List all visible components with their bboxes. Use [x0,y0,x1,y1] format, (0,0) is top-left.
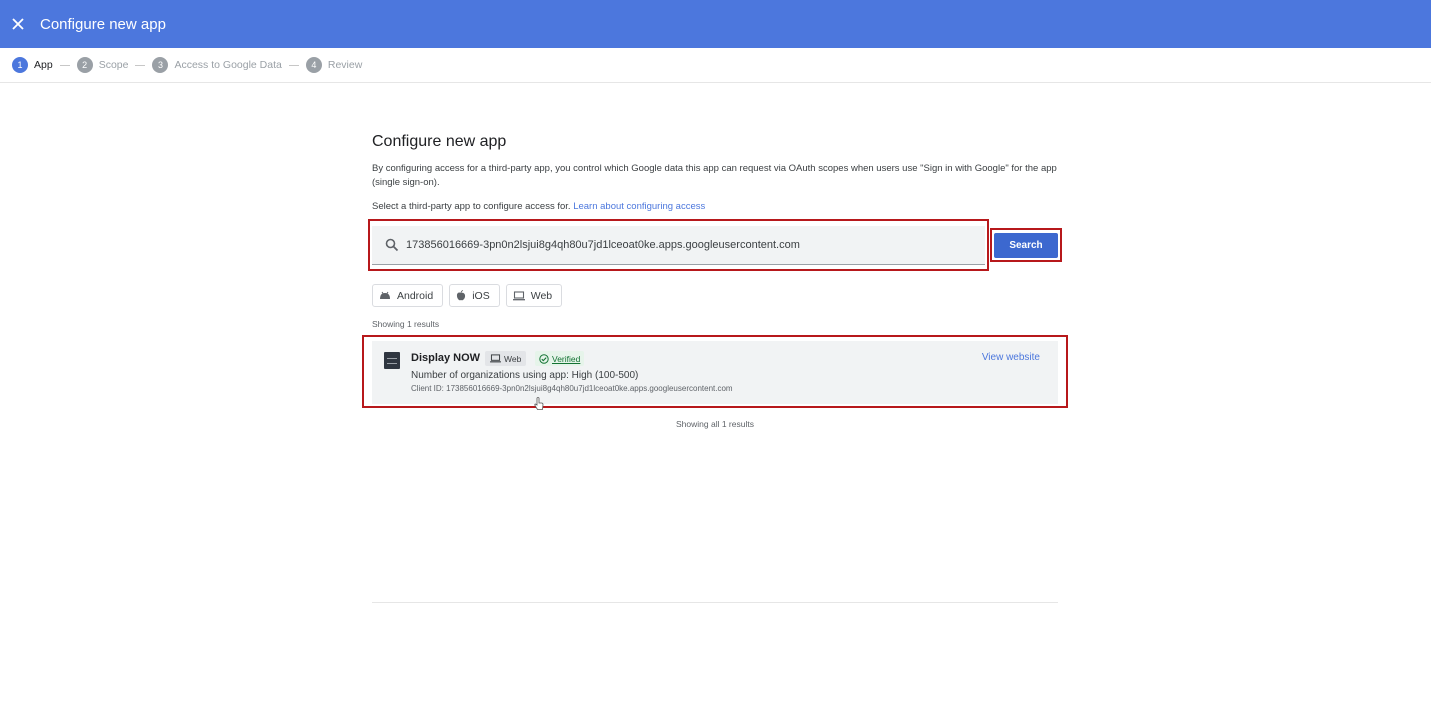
step-number: 2 [76,57,93,73]
hand-cursor-icon [534,397,544,410]
close-button[interactable] [9,15,27,33]
step-number: 3 [152,57,169,73]
close-icon [12,18,24,30]
page-title: Configure new app [372,133,507,150]
step-app: 1 App [12,57,53,73]
filter-label: Android [397,289,434,302]
filter-ios[interactable]: iOS [449,284,500,307]
laptop-icon [512,290,525,300]
header-title: Configure new app [40,15,166,33]
step-label: App [34,59,53,71]
web-badge: Web [485,351,527,366]
app-logo [384,352,400,369]
step-separator [288,64,299,66]
android-icon [380,291,390,299]
step-separator [135,64,146,66]
search-input[interactable] [406,239,976,251]
filter-android[interactable]: Android [372,284,444,307]
filter-web[interactable]: Web [505,284,563,307]
page-description: By configuring access for a third-party … [372,163,1057,188]
search-icon [385,238,399,252]
select-instruction: Select a third-party app to configure ac… [372,201,705,212]
app-header: Configure new app [0,0,1431,48]
filter-label: iOS [472,289,490,302]
step-number: 1 [12,57,28,73]
stepper: 1 App 2 Scope 3 Access to Google Data 4 … [0,48,1431,83]
results-footer: Showing all 1 results [676,419,754,429]
filter-label: Web [530,289,553,302]
app-name: Display NOW [411,352,481,364]
step-label: Review [327,59,363,71]
verified-badge-label: Verified [552,353,581,364]
step-separator [59,64,70,66]
step-scope: 2 Scope [76,57,129,73]
step-review: 4 Review [305,57,363,73]
step-label: Access to Google Data [174,59,282,71]
select-text: Select a third-party app to configure ac… [372,201,571,212]
web-badge-label: Web [504,353,522,364]
search-button[interactable]: Search [994,233,1058,258]
step-label: Scope [98,59,129,71]
check-circle-icon [539,353,549,364]
learn-configuring-link[interactable]: Learn about configuring access [573,201,705,212]
client-id: Client ID: 173856016669-3pn0n2lsjui8g4qh… [411,384,733,393]
organization-count: Number of organizations using app: High … [411,370,639,381]
logo-mark [387,357,397,364]
results-count: Showing 1 results [372,319,440,329]
apple-icon [457,290,466,301]
search-box[interactable] [372,226,985,265]
platform-filters: Android iOS Web [372,284,563,307]
app-result-card[interactable]: Display NOW Web Verified View website Nu… [372,341,1058,404]
step-number: 4 [305,57,322,73]
laptop-icon [490,354,501,363]
view-website-link[interactable]: View website [982,352,1040,363]
bottom-divider [372,602,1058,603]
verified-badge[interactable]: Verified [535,351,585,366]
step-access: 3 Access to Google Data [152,57,282,73]
